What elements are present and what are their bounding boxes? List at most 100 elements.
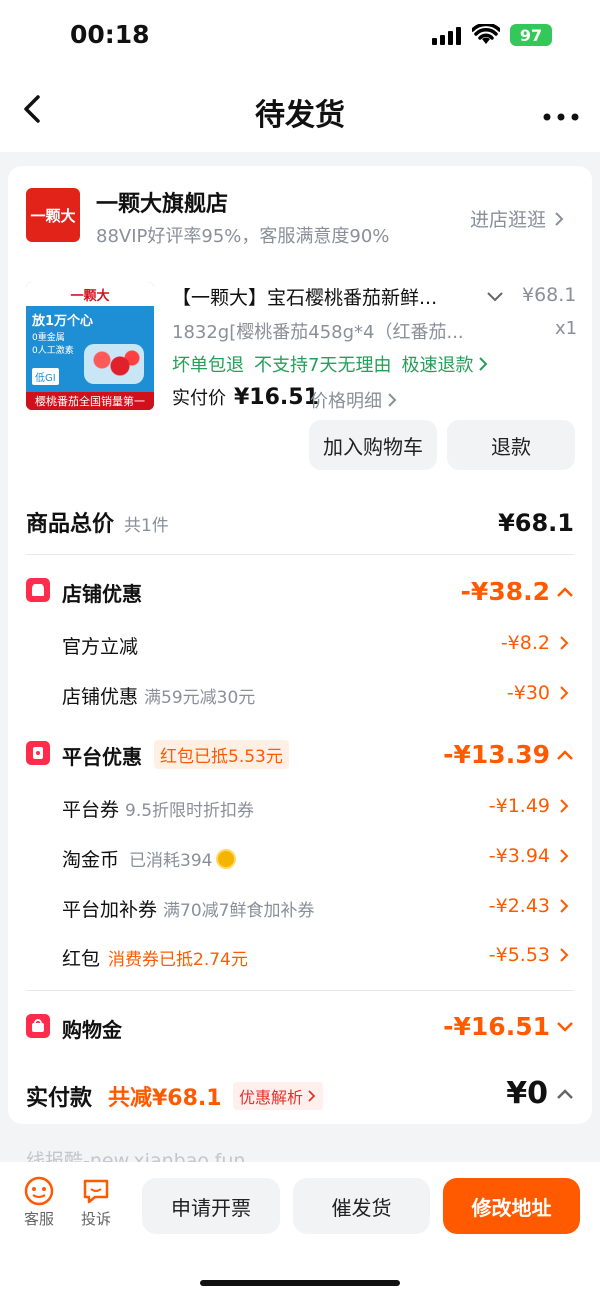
status-time: 00:18 xyxy=(70,20,150,49)
chevron-right-icon xyxy=(560,636,569,650)
wifi-icon xyxy=(470,22,502,50)
tag-broken-refund: 坏单包退 xyxy=(172,355,244,376)
actual-pay-row[interactable]: ¥0 xyxy=(506,1076,574,1111)
gold-coin-row-label: 淘金币 已消耗394 xyxy=(62,845,237,872)
change-address-label: 修改地址 xyxy=(471,1195,552,1220)
chevron-down-icon[interactable] xyxy=(486,288,504,307)
discount-analysis-button[interactable]: 优惠解析 xyxy=(233,1082,324,1110)
battery-icon: 97 xyxy=(510,24,552,46)
platform-discount-label: 平台优惠 xyxy=(62,745,142,769)
gold-coin-note: 已消耗394 xyxy=(129,851,213,871)
subsidy-value: -¥2.43 xyxy=(488,895,550,917)
chevron-right-icon xyxy=(479,357,488,371)
divider xyxy=(26,554,574,555)
total-label: 商品总价 xyxy=(26,512,115,537)
product-tags[interactable]: 坏单包退 不支持7天无理由 极速退款 xyxy=(172,351,489,377)
refund-label: 退款 xyxy=(491,434,531,459)
actual-saved: 共减¥68.1 xyxy=(108,1086,222,1111)
complaint-icon xyxy=(83,1179,109,1204)
subsidy-row-label: 平台加补券 满70减7鲜食加补券 xyxy=(62,895,314,922)
redpack-row[interactable]: -¥5.53 xyxy=(489,944,570,966)
more-icon[interactable] xyxy=(543,106,579,125)
add-to-cart-label: 加入购物车 xyxy=(323,434,423,459)
platform-discount-row[interactable]: -¥13.39 xyxy=(443,740,574,769)
enter-store-link[interactable]: 进店逛逛 xyxy=(470,205,566,232)
home-indicator xyxy=(200,1280,400,1286)
invoice-button[interactable]: 申请开票 xyxy=(142,1178,280,1234)
service-label: 客服 xyxy=(23,1210,54,1228)
chevron-right-icon xyxy=(555,211,564,226)
redpack-label: 红包 xyxy=(62,948,101,970)
platform-coupon-note: 9.5折限时折扣券 xyxy=(125,801,255,821)
divider xyxy=(26,990,574,991)
chevron-down-icon xyxy=(557,1021,573,1032)
chevron-right-icon xyxy=(560,849,569,863)
store-logo[interactable]: 一颗大 xyxy=(26,188,80,242)
paid-price-value: ¥16.51 xyxy=(234,385,319,410)
chevron-up-icon xyxy=(557,1088,573,1099)
platform-coupon-label: 平台券 xyxy=(62,799,120,821)
invoice-label: 申请开票 xyxy=(171,1195,251,1220)
thumb-line1: 放1万个心 xyxy=(32,314,94,329)
discount-analysis-label: 优惠解析 xyxy=(239,1088,304,1107)
product-spec: 1832g[樱桃番茄458g*4（红番茄... xyxy=(172,322,464,343)
store-discount-icon xyxy=(26,578,50,602)
chevron-right-icon xyxy=(308,1090,316,1102)
tag-no-7day: 不支持7天无理由 xyxy=(254,355,392,376)
complaint-label: 投诉 xyxy=(80,1210,111,1228)
urge-shipping-label: 催发货 xyxy=(331,1195,392,1220)
subsidy-label: 平台加补券 xyxy=(62,899,158,921)
shopping-gold-icon xyxy=(26,1014,50,1038)
thumb-line2: 0重金属 xyxy=(32,333,65,343)
shopping-gold-label: 购物金 xyxy=(62,1018,122,1042)
platform-coupon-row-label: 平台券 9.5折限时折扣券 xyxy=(62,795,254,822)
product-price: ¥68.1 xyxy=(522,284,577,306)
official-discount-label: 官方立减 xyxy=(62,636,139,658)
official-discount-value: -¥8.2 xyxy=(500,632,550,654)
product-thumbnail[interactable]: 一颗大 放1万个心 0重金属 0人工激素 低GI 樱桃番茄全国销量第一 xyxy=(26,282,154,410)
store-discount-value: -¥38.2 xyxy=(460,577,550,606)
service-icon xyxy=(24,1176,54,1206)
complaint-button[interactable]: 投诉 xyxy=(79,1176,113,1229)
gold-coin-row[interactable]: -¥3.94 xyxy=(489,845,570,867)
shop-coupon-row-label: 店铺优惠 满59元减30元 xyxy=(62,682,255,709)
thumb-tag: 低GI xyxy=(32,368,59,385)
actual-pay-value: ¥0 xyxy=(506,1076,548,1111)
redpack-badge: 红包已抵5.53元 xyxy=(154,740,289,769)
coin-icon xyxy=(216,848,237,869)
thumb-line3: 0人工激素 xyxy=(32,346,74,356)
store-discount-row[interactable]: -¥38.2 xyxy=(461,577,574,606)
subsidy-note: 满70减7鲜食加补券 xyxy=(163,901,315,921)
urge-shipping-button[interactable]: 催发货 xyxy=(293,1178,430,1234)
chevron-right-icon xyxy=(560,948,569,962)
service-button[interactable]: 客服 xyxy=(22,1176,56,1229)
store-name[interactable]: 一颗大旗舰店 xyxy=(96,186,228,218)
product-title[interactable]: 【一颗大】宝石樱桃番茄新鲜... xyxy=(172,283,437,310)
nav-bar: 待发货 xyxy=(0,70,600,152)
status-bar: 00:18 97 xyxy=(0,0,600,70)
add-to-cart-button[interactable]: 加入购物车 xyxy=(309,420,437,470)
price-detail-link[interactable]: 价格明细 xyxy=(310,387,398,413)
battery-level: 97 xyxy=(519,25,543,45)
gold-coin-label: 淘金币 xyxy=(62,849,120,871)
shop-coupon-row[interactable]: -¥30 xyxy=(507,682,570,704)
shopping-gold-row[interactable]: -¥16.51 xyxy=(443,1012,574,1041)
official-discount-row[interactable]: -¥8.2 xyxy=(501,632,570,654)
redpack-value: -¥5.53 xyxy=(488,944,550,966)
thumb-brand-bar: 一颗大 xyxy=(26,282,154,306)
change-address-button[interactable]: 修改地址 xyxy=(443,1178,580,1234)
total-value: ¥68.1 xyxy=(498,509,574,537)
platform-coupon-value: -¥1.49 xyxy=(488,795,550,817)
platform-coupon-row[interactable]: -¥1.49 xyxy=(489,795,570,817)
shopping-gold-value: -¥16.51 xyxy=(443,1012,550,1041)
chevron-right-icon xyxy=(560,686,569,700)
redpack-note: 消费券已抵2.74元 xyxy=(108,950,248,970)
subsidy-row[interactable]: -¥2.43 xyxy=(489,895,570,917)
refund-button[interactable]: 退款 xyxy=(447,420,575,470)
chevron-up-icon xyxy=(557,586,573,597)
thumb-bottom-bar: 樱桃番茄全国销量第一 xyxy=(26,392,154,410)
total-row: 商品总价 共1件 ¥68.1 xyxy=(26,506,574,538)
chevron-up-icon xyxy=(557,749,573,760)
page-title: 待发货 xyxy=(255,98,345,133)
chevron-right-icon xyxy=(560,899,569,913)
